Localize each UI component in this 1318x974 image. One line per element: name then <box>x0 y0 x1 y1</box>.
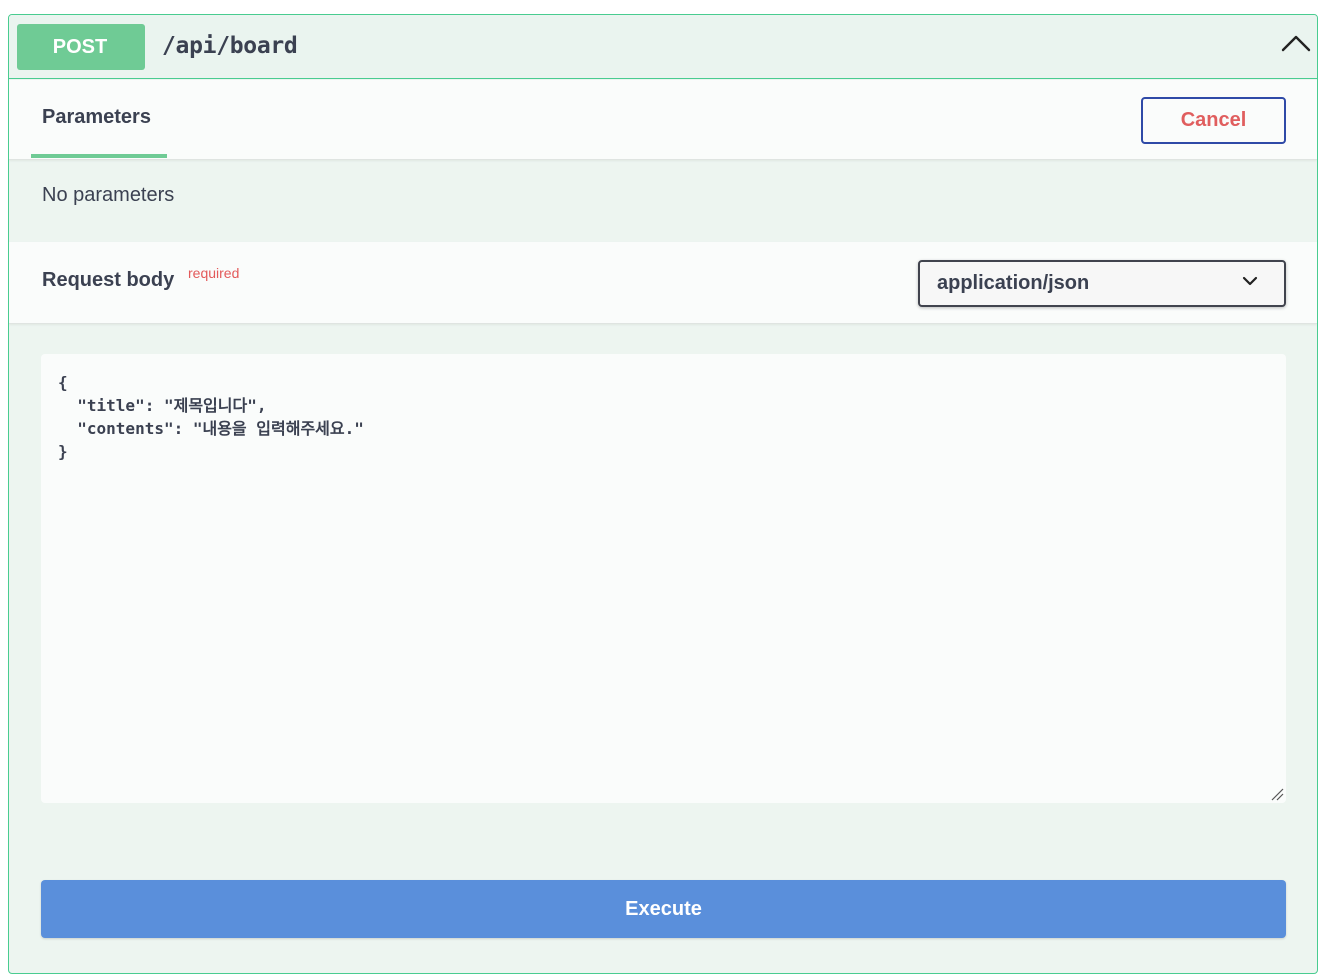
operation-summary[interactable]: POST /api/board <box>9 15 1317 79</box>
tab-parameters[interactable]: Parameters <box>31 80 167 158</box>
parameters-header: Parameters Cancel <box>9 80 1317 160</box>
collapse-button[interactable] <box>1281 33 1317 61</box>
content-type-value: application/json <box>937 272 1090 294</box>
request-body-json[interactable]: { "title": "제목입니다", "contents": "내용을 입력해… <box>58 371 364 463</box>
tab-parameters-label: Parameters <box>42 106 151 128</box>
cancel-button[interactable]: Cancel <box>1141 97 1286 144</box>
execute-button[interactable]: Execute <box>41 880 1286 938</box>
request-body-title: Request body <box>42 269 175 291</box>
endpoint-path: /api/board <box>162 33 298 59</box>
post-api-board-block: POST /api/board Parameters Cancel No par… <box>8 14 1318 974</box>
request-body-header: Request body required application/json <box>9 242 1317 324</box>
chevron-down-icon <box>1242 276 1258 286</box>
active-tab-indicator <box>31 154 167 158</box>
request-body-editor[interactable]: { "title": "제목입니다", "contents": "내용을 입력해… <box>41 354 1286 803</box>
content-type-select[interactable]: application/json <box>918 260 1286 307</box>
required-marker: required <box>188 265 240 281</box>
chevron-up-icon <box>1281 35 1311 52</box>
no-parameters-text: No parameters <box>42 184 175 206</box>
method-badge: POST <box>17 24 145 70</box>
resize-handle-icon[interactable] <box>1270 787 1284 801</box>
